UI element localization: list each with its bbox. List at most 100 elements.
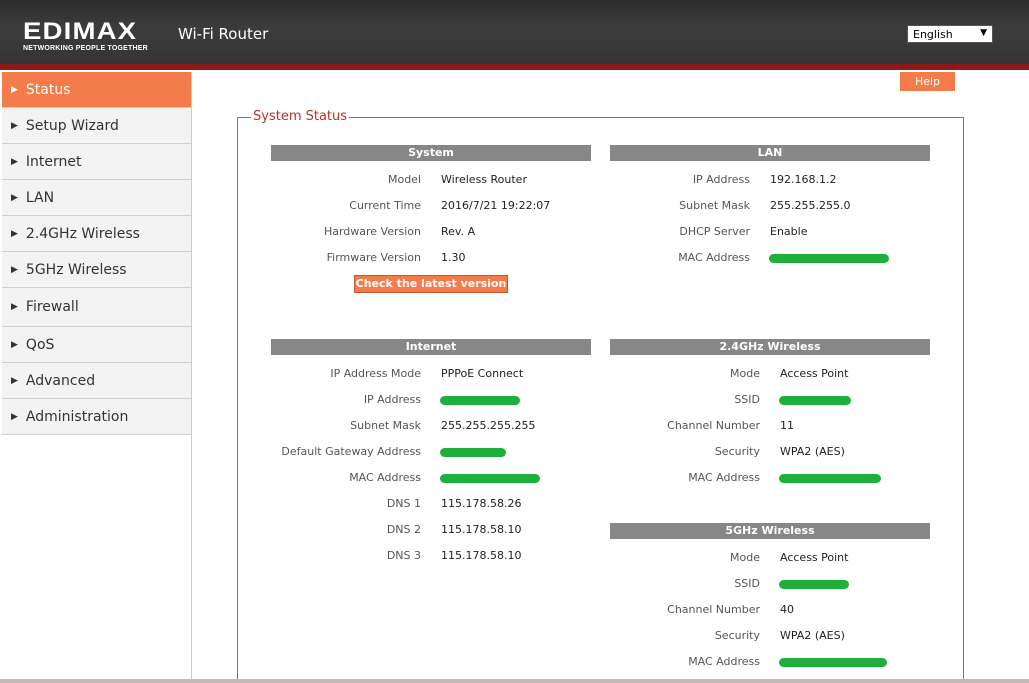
sidebar-item-24ghz-wireless[interactable]: ▶ 2.4GHz Wireless	[2, 216, 191, 252]
sidebar-item-qos[interactable]: ▶ QoS	[2, 327, 191, 363]
edimax-logo: EDIMAX NETWORKING PEOPLE TOGETHER	[23, 20, 155, 53]
app-title: Wi-Fi Router	[178, 25, 269, 43]
internet-section-heading: Internet	[271, 339, 591, 355]
wireless5-mode-value: Access Point	[780, 551, 849, 564]
system-status-legend: System Status	[251, 109, 350, 124]
sidebar-item-label: LAN	[25, 189, 55, 206]
wireless5-ssid-label: SSID	[734, 577, 760, 590]
system-model-label: Model	[387, 173, 421, 186]
lan-subnet-value: 255.255.255.0	[770, 199, 851, 212]
sidebar-item-label: Firewall	[25, 299, 79, 315]
internet-gateway-redacted	[440, 448, 506, 457]
wireless24-mac-label: MAC Address	[688, 471, 760, 484]
wireless24-channel-value: 11	[780, 419, 794, 432]
triangle-right-icon: ▶	[11, 84, 18, 95]
wireless24-security-label: Security	[714, 445, 760, 458]
sidebar-item-label: Administration	[25, 408, 129, 425]
wireless5-security-value: WPA2 (AES)	[780, 629, 845, 642]
internet-gateway-label: Default Gateway Address	[281, 445, 421, 458]
internet-dns1-label: DNS 1	[386, 497, 421, 510]
triangle-right-icon: ▶	[11, 411, 18, 422]
lan-ip-value: 192.168.1.2	[770, 173, 837, 186]
wireless24-channel-label: Channel Number	[667, 419, 760, 432]
internet-dns2-label: DNS 2	[386, 523, 421, 536]
lan-section-heading: LAN	[610, 145, 930, 161]
wireless24-mode-label: Mode	[730, 367, 760, 380]
language-select[interactable]: English ▼	[907, 25, 993, 43]
triangle-right-icon: ▶	[11, 120, 18, 131]
sidebar-item-label: QoS	[25, 336, 55, 353]
internet-dns3-label: DNS 3	[386, 549, 421, 562]
wireless5-channel-value: 40	[780, 603, 794, 616]
sidebar-item-internet[interactable]: ▶ Internet	[2, 144, 191, 180]
internet-mode-value: PPPoE Connect	[441, 367, 524, 380]
system-status-panel	[237, 117, 964, 683]
lan-dhcp-value: Enable	[770, 225, 808, 238]
wireless5-security-label: Security	[714, 629, 760, 642]
internet-mode-label: IP Address Mode	[330, 367, 421, 380]
triangle-right-icon: ▶	[11, 302, 18, 312]
wireless24-mac-redacted	[779, 474, 881, 483]
internet-ip-redacted	[440, 396, 520, 405]
sidebar-item-advanced[interactable]: ▶ Advanced	[2, 363, 191, 399]
lan-mac-redacted	[769, 254, 889, 263]
wireless24-security-value: WPA2 (AES)	[780, 445, 845, 458]
triangle-right-icon: ▶	[11, 156, 18, 167]
internet-dns3-value: 115.178.58.10	[441, 549, 522, 562]
internet-dns1-value: 115.178.58.26	[441, 497, 522, 510]
internet-subnet-label: Subnet Mask	[350, 419, 421, 432]
internet-mac-redacted	[440, 474, 540, 483]
system-time-value: 2016/7/21 19:22:07	[441, 199, 551, 212]
triangle-right-icon: ▶	[11, 375, 18, 386]
sidebar-item-label: 5GHz Wireless	[25, 261, 127, 278]
language-value: English	[913, 28, 953, 41]
sidebar-item-label: Status	[25, 81, 71, 98]
wireless5-channel-label: Channel Number	[667, 603, 760, 616]
sidebar-item-label: Setup Wizard	[25, 117, 119, 134]
help-button[interactable]: Help	[900, 72, 955, 91]
lan-ip-label: IP Address	[692, 173, 750, 186]
wireless5-mac-redacted	[779, 658, 887, 667]
triangle-right-icon: ▶	[11, 339, 18, 350]
logo-text: EDIMAX	[23, 18, 138, 45]
system-fw-label: Firmware Version	[326, 251, 421, 264]
sidebar-item-setup-wizard[interactable]: ▶ Setup Wizard	[2, 108, 191, 144]
system-hw-label: Hardware Version	[323, 225, 421, 238]
header-accent-line	[0, 64, 1029, 70]
triangle-right-icon: ▶	[11, 192, 18, 203]
wireless5-section-heading: 5GHz Wireless	[610, 523, 930, 539]
lan-dhcp-label: DHCP Server	[679, 225, 750, 238]
sidebar-item-label: 2.4GHz Wireless	[25, 225, 140, 242]
sidebar-item-5ghz-wireless[interactable]: ▶ 5GHz Wireless	[2, 252, 191, 288]
logo-tagline: NETWORKING PEOPLE TOGETHER	[23, 45, 148, 52]
sidebar-item-label: Internet	[25, 153, 82, 170]
wireless5-mac-label: MAC Address	[688, 655, 760, 668]
system-section-heading: System	[271, 145, 591, 161]
system-time-label: Current Time	[349, 199, 421, 212]
internet-dns2-value: 115.178.58.10	[441, 523, 522, 536]
internet-mac-label: MAC Address	[349, 471, 421, 484]
triangle-right-icon: ▶	[11, 228, 18, 239]
system-fw-value: 1.30	[441, 251, 466, 264]
sidebar-item-label: Advanced	[25, 372, 96, 389]
internet-ip-label: IP Address	[363, 393, 421, 406]
dropdown-arrow-icon: ▼	[980, 28, 987, 38]
check-latest-version-button[interactable]: Check the latest version	[354, 275, 508, 293]
sidebar-item-status[interactable]: ▶ Status	[2, 72, 191, 108]
triangle-right-icon: ▶	[11, 264, 18, 275]
system-hw-value: Rev. A	[441, 225, 476, 238]
lan-mac-label: MAC Address	[678, 251, 750, 264]
wireless24-ssid-redacted	[779, 396, 851, 405]
window-bottom-edge	[0, 679, 1029, 683]
internet-subnet-value: 255.255.255.255	[441, 419, 536, 432]
wireless24-section-heading: 2.4GHz Wireless	[610, 339, 930, 355]
sidebar-nav: ▶ Status ▶ Setup Wizard ▶ Internet ▶ LAN…	[2, 72, 192, 683]
lan-subnet-label: Subnet Mask	[679, 199, 750, 212]
sidebar-item-firewall[interactable]: ▶ Firewall	[2, 288, 191, 327]
sidebar-item-lan[interactable]: ▶ LAN	[2, 180, 191, 216]
wireless24-ssid-label: SSID	[734, 393, 760, 406]
wireless5-mode-label: Mode	[730, 551, 760, 564]
system-model-value: Wireless Router	[441, 173, 527, 186]
wireless5-ssid-redacted	[779, 580, 849, 589]
sidebar-item-administration[interactable]: ▶ Administration	[2, 399, 191, 435]
